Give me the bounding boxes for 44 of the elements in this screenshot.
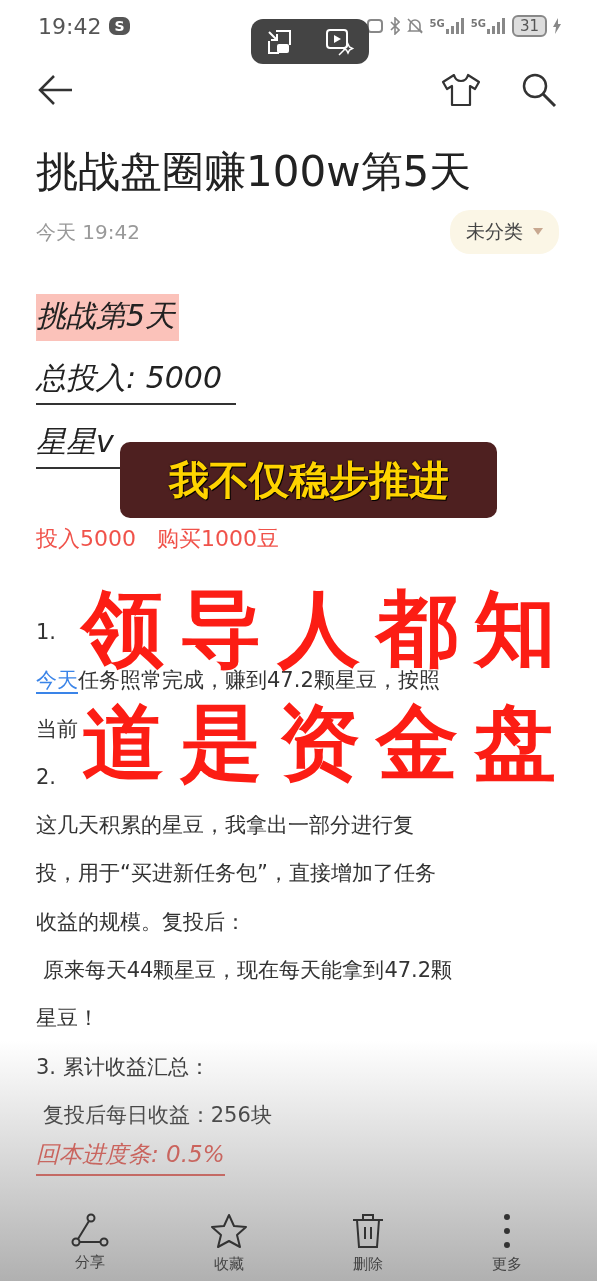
overlay-headline: 道是资金盘	[82, 702, 572, 784]
note-title: 挑战盘圈赚100w第5天	[36, 146, 473, 198]
back-icon[interactable]	[38, 74, 74, 106]
note-line: 原来每天44颗星豆，现在每天能拿到47.2颗	[41, 958, 453, 983]
battery-level: 31	[511, 15, 547, 37]
video-subtitle: 我不仅稳步推进	[120, 442, 497, 518]
network-label: 5G	[470, 18, 486, 29]
nfc-icon	[365, 18, 384, 34]
status-time: 19:42	[38, 13, 102, 39]
note-line: 回本进度条: 0.5%	[36, 1139, 225, 1177]
toolbar-button[interactable]: 分享	[49, 1212, 130, 1275]
note-line: 3. 累计收益汇总：	[36, 1054, 210, 1079]
note-date: 今天 19:42	[36, 218, 140, 246]
star-icon	[209, 1213, 248, 1249]
bell-muted-icon	[405, 17, 424, 35]
charging-icon	[553, 18, 561, 34]
toolbar-button[interactable]: 更多	[467, 1212, 548, 1275]
note-line: 投入5000 购买1000豆	[36, 526, 279, 551]
trash-icon	[351, 1213, 386, 1249]
note-line-fragment: 当前	[36, 715, 78, 743]
bluetooth-icon	[389, 17, 400, 35]
note-line: 投，用于“买进新任务包”，直接增加了任务	[36, 861, 436, 886]
caret-icon	[533, 228, 543, 236]
network-label: 5G	[429, 18, 445, 29]
date-link[interactable]: 今天	[36, 668, 78, 695]
note-line: 总投入: 5000	[36, 358, 236, 405]
note-line-fragment: 1.	[36, 619, 57, 646]
t-shirt-icon[interactable]	[441, 73, 481, 107]
search-icon[interactable]	[521, 72, 557, 108]
toolbar-button[interactable]: 收藏	[188, 1212, 269, 1275]
note-line: 复投后每日收益：256块	[41, 1102, 272, 1127]
signal-icon	[485, 18, 506, 34]
video-sparkle-icon[interactable]	[324, 27, 355, 56]
note-line: 星豆！	[36, 1006, 99, 1031]
app-badge: S	[109, 17, 130, 35]
overlay-headline: 领导人都知	[82, 588, 572, 670]
signal-icon	[444, 18, 465, 34]
note-line: 收益的规模。复投后：	[36, 909, 246, 934]
note-line-fragment: 2.	[36, 763, 57, 791]
toolbar-button[interactable]: 删除	[328, 1212, 409, 1275]
more-icon	[503, 1213, 512, 1249]
note-line: 这几天积累的星豆，我拿出一部分进行复	[36, 813, 414, 838]
share-icon	[70, 1213, 109, 1247]
category-dropdown[interactable]: 未分类	[450, 210, 559, 254]
